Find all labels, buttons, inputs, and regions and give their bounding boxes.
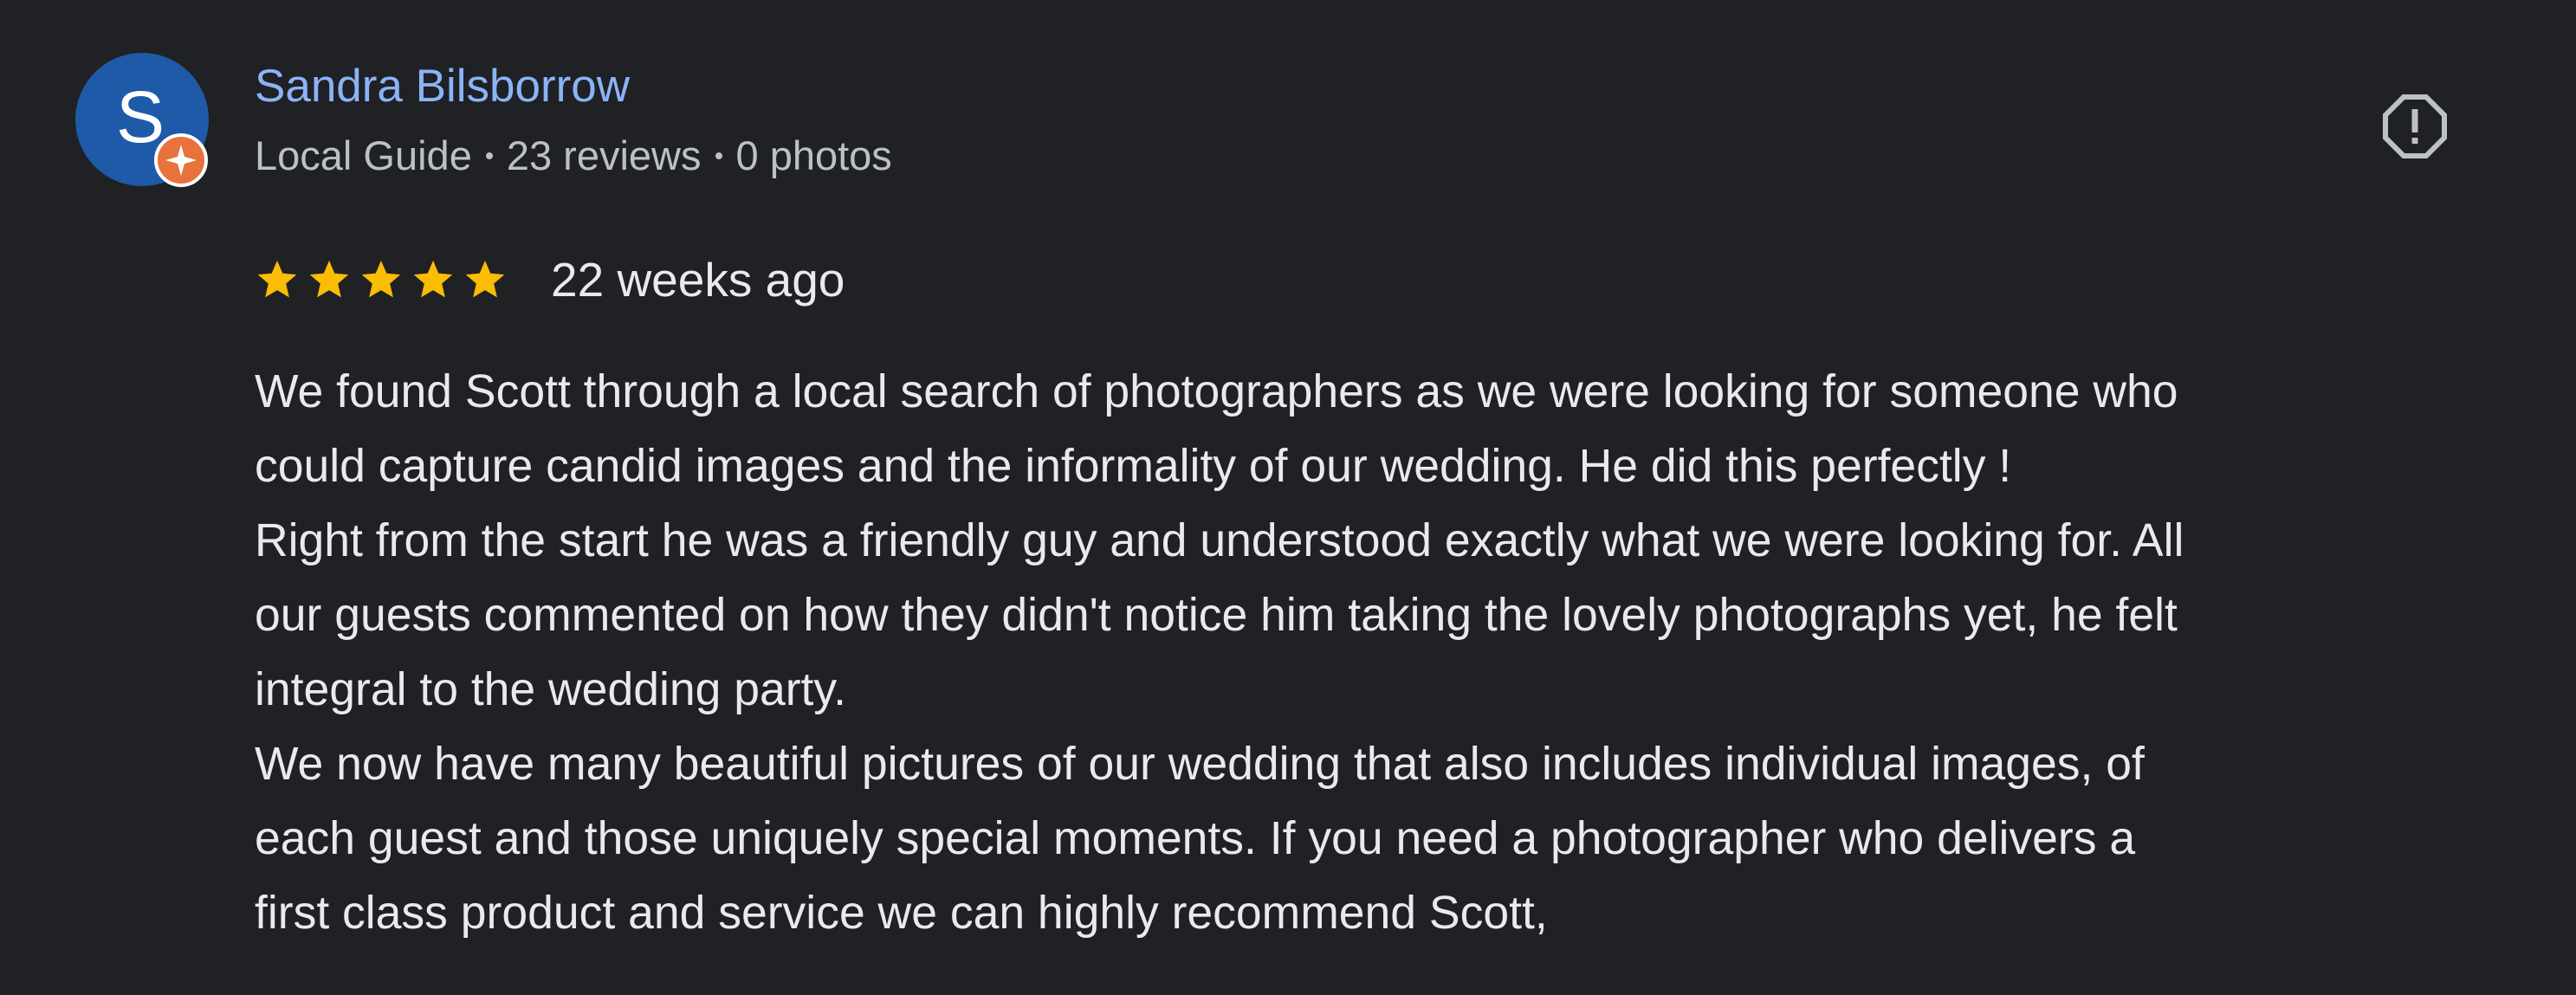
reviewer-meta: Local Guide 23 reviews 0 photos xyxy=(255,132,892,180)
star-icon xyxy=(465,260,505,298)
review-text-line: first class product and service we can h… xyxy=(255,888,1548,939)
star-rating xyxy=(255,257,508,302)
review-text-line: We found Scott through a local search of… xyxy=(255,366,2178,417)
star-icon xyxy=(309,260,349,298)
local-guide-badge-icon xyxy=(154,133,208,187)
review-text-line: could capture candid images and the info… xyxy=(255,441,2012,492)
reviewer-name[interactable]: Sandra Bilsborrow xyxy=(255,59,630,114)
review-text: We found Scott through a local search of… xyxy=(255,355,2550,951)
meta-separator xyxy=(485,152,493,160)
review-card: S Sandra Bilsborrow Local Guide 23 revie… xyxy=(0,0,2576,995)
meta-separator xyxy=(715,152,722,160)
star-icon xyxy=(361,260,401,298)
report-icon xyxy=(2383,94,2447,158)
reviewer-photo-count: 0 photos xyxy=(735,132,892,178)
review-text-line: integral to the wedding party. xyxy=(255,664,847,715)
rating-row: 22 weeks ago xyxy=(255,251,845,308)
review-text-line: our guests commented on how they didn't … xyxy=(255,590,2178,641)
reviewer-review-count: 23 reviews xyxy=(506,132,702,178)
reviewer-badge-label: Local Guide xyxy=(255,132,472,178)
review-date: 22 weeks ago xyxy=(551,253,845,307)
review-text-line: We now have many beautiful pictures of o… xyxy=(255,739,2145,790)
report-review-button[interactable] xyxy=(2380,92,2450,161)
star-icon xyxy=(257,260,297,298)
review-text-line: each guest and those uniquely special mo… xyxy=(255,813,2136,864)
review-text-line: Right from the start he was a friendly g… xyxy=(255,515,2184,566)
star-icon xyxy=(413,260,453,298)
